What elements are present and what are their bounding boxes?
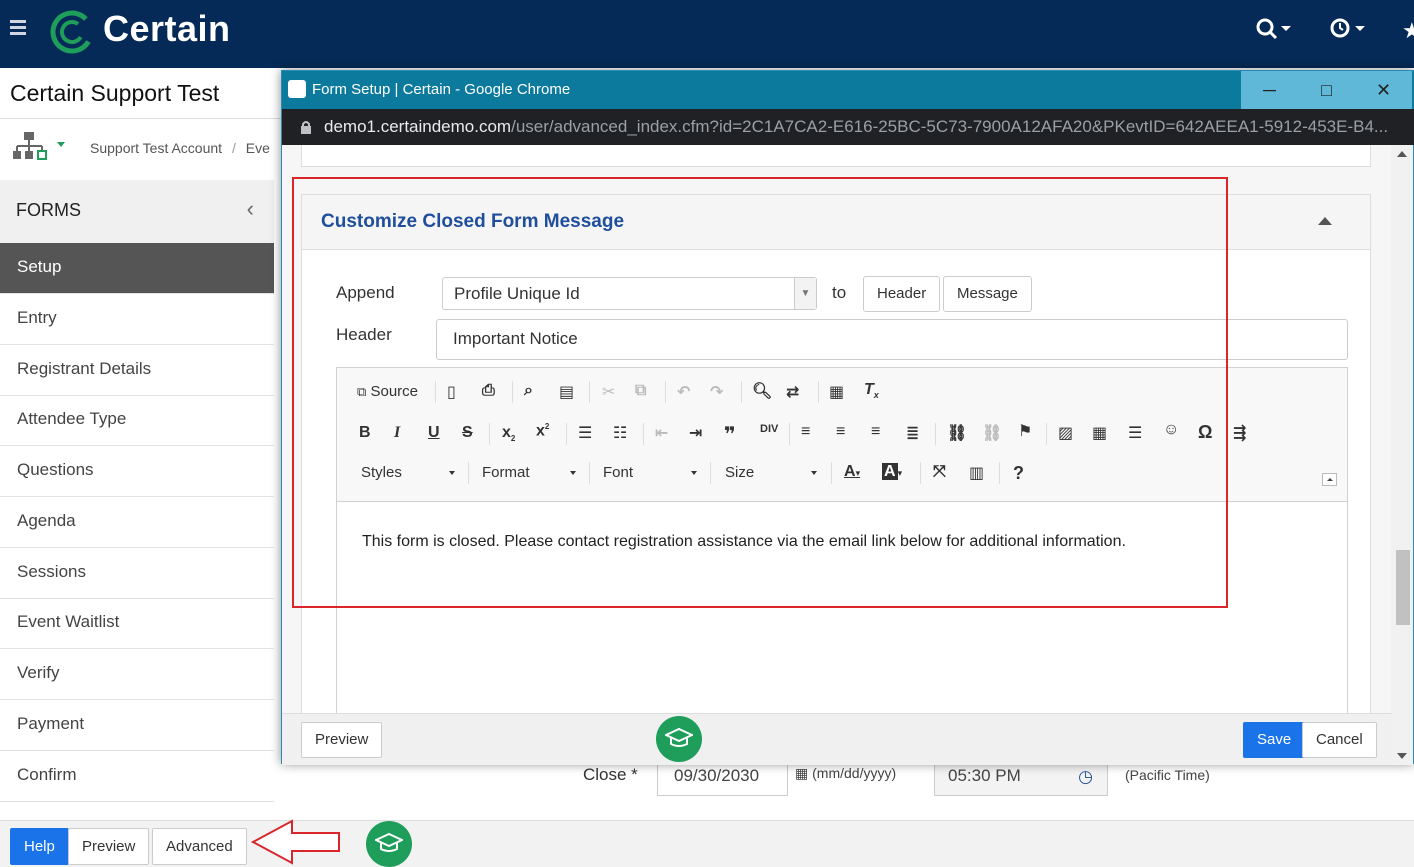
save-button[interactable]: Save	[1243, 722, 1306, 758]
url-path: /user/advanced_index.cfm?id=2C1A7CA2-E61…	[511, 117, 1389, 136]
address-bar[interactable]: demo1.certaindemo.com/user/advanced_inde…	[282, 109, 1414, 145]
red-highlight-annotation	[292, 177, 1228, 608]
certain-favicon-icon	[288, 80, 306, 98]
popup-window-title: Form Setup | Certain - Google Chrome	[312, 81, 571, 98]
minimize-icon[interactable]: ─	[1241, 71, 1298, 109]
scroll-thumb[interactable]	[1396, 550, 1410, 625]
sidebar-item-setup[interactable]: Setup	[0, 243, 274, 294]
history-clock-icon[interactable]	[1330, 18, 1366, 40]
background-close-date-row: Close * 09/30/2030 ▦ (mm/dd/yyyy) 05:30 …	[310, 760, 1414, 820]
popup-scrollbar[interactable]	[1391, 145, 1413, 765]
breadcrumb-item[interactable]: Support Test Account	[90, 140, 222, 156]
sidebar-item-entry[interactable]: Entry	[0, 294, 274, 345]
sidebar: FORMS ‹ Setup Entry Registrant Details A…	[0, 180, 274, 820]
collapse-caret-icon[interactable]	[1318, 217, 1332, 225]
breadcrumb-separator: /	[231, 140, 236, 156]
scroll-up-icon[interactable]	[1397, 151, 1407, 157]
sidebar-item-payment[interactable]: Payment	[0, 700, 274, 751]
sidebar-heading-label: FORMS	[16, 200, 81, 220]
advanced-button[interactable]: Advanced	[152, 828, 247, 865]
sidebar-heading: FORMS ‹	[0, 180, 274, 243]
top-navbar: Certain ★	[0, 0, 1414, 68]
maximize-icon[interactable]: □	[1298, 71, 1355, 109]
sidebar-item-sessions[interactable]: Sessions	[0, 548, 274, 599]
popup-titlebar[interactable]: Form Setup | Certain - Google Chrome ─ □…	[282, 71, 1414, 109]
scroll-down-icon[interactable]	[1397, 753, 1407, 759]
red-arrow-annotation-icon	[250, 819, 340, 865]
help-button[interactable]: Help	[10, 828, 69, 865]
close-label: Close *	[583, 765, 638, 784]
org-hierarchy-icon[interactable]	[12, 130, 70, 162]
star-icon[interactable]: ★	[1402, 18, 1414, 44]
sidebar-item-verify[interactable]: Verify	[0, 649, 274, 700]
url-host: demo1.certaindemo.com	[324, 117, 512, 136]
close-time-input[interactable]: 05:30 PM ◷	[934, 760, 1108, 796]
breadcrumb-item[interactable]: Eve	[246, 140, 270, 156]
page-title: Certain Support Test	[10, 80, 220, 106]
timezone-label: (Pacific Time)	[1125, 767, 1210, 783]
date-format-label: (mm/dd/yyyy)	[812, 765, 897, 781]
sidebar-item-confirm[interactable]: Confirm	[0, 751, 274, 802]
calendar-icon[interactable]: ▦	[795, 765, 808, 781]
sidebar-item-registrant-details[interactable]: Registrant Details	[0, 345, 274, 396]
brand-name: Certain	[103, 8, 231, 49]
sidebar-item-questions[interactable]: Questions	[0, 446, 274, 497]
divider	[0, 118, 290, 119]
popup-preview-button[interactable]: Preview	[301, 722, 383, 758]
page-break-icon[interactable]: ⇶	[1233, 423, 1246, 443]
lock-icon	[301, 121, 311, 134]
close-time-value: 05:30 PM	[948, 766, 1021, 785]
cancel-button[interactable]: Cancel	[1302, 722, 1377, 758]
close-icon[interactable]: ✕	[1355, 71, 1412, 109]
collapse-toolbar-icon[interactable]	[1322, 473, 1337, 486]
sidebar-item-event-waitlist[interactable]: Event Waitlist	[0, 598, 274, 649]
clock-icon[interactable]: ◷	[1078, 767, 1093, 787]
graduation-cap-icon[interactable]	[656, 716, 702, 762]
sidebar-item-attendee-type[interactable]: Attendee Type	[0, 395, 274, 446]
date-format-hint: ▦ (mm/dd/yyyy)	[795, 765, 896, 782]
search-icon[interactable]	[1256, 18, 1292, 40]
popup-footer: Preview Save Cancel	[282, 713, 1392, 765]
certain-logo-icon	[50, 10, 94, 54]
previous-panel-edge	[301, 145, 1371, 167]
breadcrumb: Support Test Account / Eve	[90, 140, 270, 156]
graduation-cap-icon[interactable]	[366, 821, 412, 867]
preview-button[interactable]: Preview	[68, 828, 150, 865]
sidebar-item-agenda[interactable]: Agenda	[0, 497, 274, 548]
close-date-input[interactable]: 09/30/2030	[657, 760, 788, 796]
chevron-left-icon[interactable]: ‹	[247, 196, 254, 222]
hamburger-menu-icon[interactable]	[10, 20, 26, 38]
